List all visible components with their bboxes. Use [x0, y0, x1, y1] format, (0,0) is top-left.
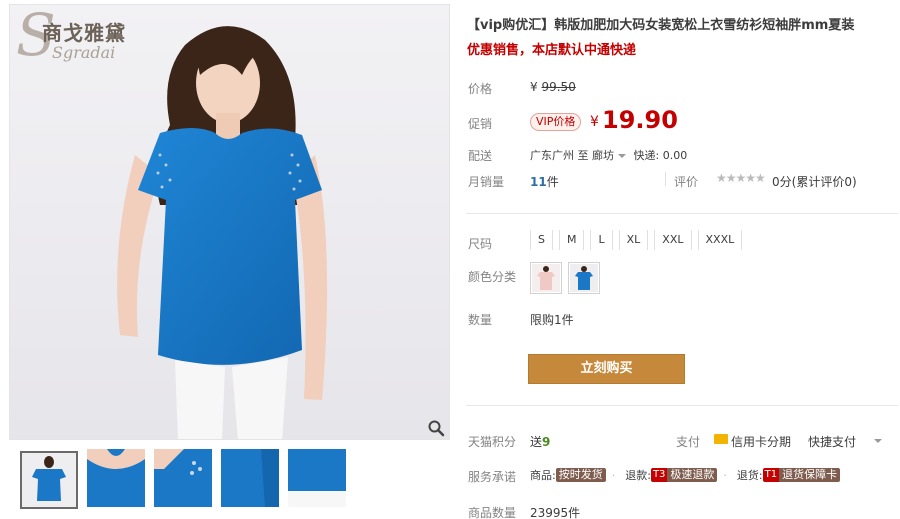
- size-option-xxl[interactable]: XXL: [654, 230, 692, 250]
- service-prefix: 退款:: [625, 469, 651, 482]
- thumbnail-4[interactable]: [221, 449, 279, 507]
- promo-currency: ¥: [590, 114, 599, 130]
- separator-dot: ·: [723, 468, 727, 482]
- chevron-down-icon: [618, 154, 626, 158]
- color-option-blue[interactable]: [568, 262, 600, 294]
- size-options: S M L XL XXL XXXL: [530, 230, 748, 250]
- service-item[interactable]: 退货: T1 退货保障卡: [736, 467, 841, 483]
- credit-installment-link[interactable]: 信用卡分期: [731, 433, 791, 450]
- service-prefix: 退货:: [736, 469, 763, 482]
- divider: [466, 405, 898, 406]
- ship-to-word: 至: [577, 149, 589, 162]
- quantity-limit: 限购1件: [530, 313, 574, 327]
- ship-from: 广东广州: [530, 149, 574, 162]
- service-badge-code: T3: [650, 468, 668, 482]
- size-option-xl[interactable]: XL: [618, 230, 649, 250]
- separator-dot: ·: [611, 468, 616, 482]
- payment-label: 支付: [676, 435, 701, 449]
- rating-summary-link[interactable]: 0分(累计评价0): [772, 173, 857, 190]
- credit-card-icon: [714, 434, 728, 444]
- brand-name-cn: 商戈雅黛: [42, 21, 126, 45]
- service-badge: 退货保障卡: [779, 468, 841, 482]
- original-price: ¥ 99.50: [530, 80, 576, 94]
- service-badge: 极速退款: [667, 468, 718, 482]
- chevron-down-icon[interactable]: [874, 439, 882, 443]
- sales-unit: 件: [546, 175, 559, 189]
- service-promises: 商品: 按时发货 · 退款: T3 极速退款 · 退货: T1 退货保障卡: [530, 467, 850, 483]
- divider: [665, 172, 666, 186]
- thumbnail-2[interactable]: [87, 449, 145, 507]
- promo-label: 促销: [468, 117, 493, 131]
- product-title: 【vip购优汇】韩版加肥加大码女装宽松上衣雪纺衫短袖胖mm夏装: [467, 18, 855, 33]
- ship-to-select[interactable]: 廊坊: [592, 149, 630, 162]
- rating-stars: ★★★★★: [716, 171, 766, 185]
- service-item[interactable]: 商品: 按时发货 ·: [530, 467, 615, 483]
- service-badge: 按时发货: [555, 468, 606, 482]
- price-label: 价格: [468, 82, 493, 96]
- service-item[interactable]: 退款: T3 极速退款 ·: [625, 467, 727, 483]
- thumbnail-3[interactable]: [154, 449, 212, 507]
- services-label: 服务承诺: [468, 470, 517, 484]
- brand-name-en: Sgradai: [52, 43, 116, 62]
- buy-now-button[interactable]: 立刻购买: [528, 354, 685, 384]
- ship-fee: 快递: 0.00: [633, 149, 688, 162]
- points-value: 9: [542, 435, 551, 449]
- color-options: [530, 262, 606, 294]
- points-label: 天猫积分: [468, 435, 517, 449]
- points-prefix: 送: [530, 435, 543, 449]
- size-option-m[interactable]: M: [558, 230, 585, 250]
- divider: [466, 213, 898, 214]
- size-label: 尺码: [468, 237, 493, 251]
- original-price-value: 99.50: [541, 80, 576, 94]
- monthly-sales: 11件: [530, 173, 559, 190]
- size-option-xxxl[interactable]: XXXL: [697, 230, 743, 250]
- monthly-sales-label: 月销量: [468, 175, 505, 189]
- shipping-label: 配送: [468, 149, 493, 163]
- size-option-l[interactable]: L: [590, 230, 613, 250]
- main-product-image[interactable]: S 商戈雅黛 Sgradai: [9, 4, 450, 440]
- product-subtitle: 优惠销售，本店默认中通快递: [467, 43, 637, 58]
- color-label: 颜色分类: [468, 270, 517, 284]
- quick-pay-link[interactable]: 快捷支付: [808, 433, 856, 450]
- size-option-s[interactable]: S: [530, 230, 553, 250]
- quantity-label: 数量: [468, 313, 493, 327]
- service-prefix: 商品:: [530, 469, 556, 482]
- currency-symbol: ¥: [530, 80, 538, 94]
- ship-to: 廊坊: [592, 149, 614, 162]
- rating-label: 评价: [674, 175, 699, 189]
- stock-label: 商品数量: [468, 506, 517, 519]
- service-badge-code: T1: [762, 468, 780, 482]
- points-info: 送9: [530, 433, 550, 450]
- vip-price-tag: VIP价格: [530, 113, 582, 131]
- promo-price-value: 19.90: [602, 106, 678, 134]
- thumbnail-1[interactable]: [20, 451, 78, 509]
- shipping-info: 广东广州 至 廊坊 快递: 0.00: [530, 147, 687, 163]
- zoom-icon[interactable]: [427, 419, 445, 437]
- sales-count: 11: [530, 175, 547, 189]
- color-option-pink[interactable]: [530, 262, 562, 294]
- brand-logo: S 商戈雅黛 Sgradai: [16, 5, 166, 71]
- stock-value: 23995件: [530, 506, 581, 519]
- thumbnail-5[interactable]: [288, 449, 346, 507]
